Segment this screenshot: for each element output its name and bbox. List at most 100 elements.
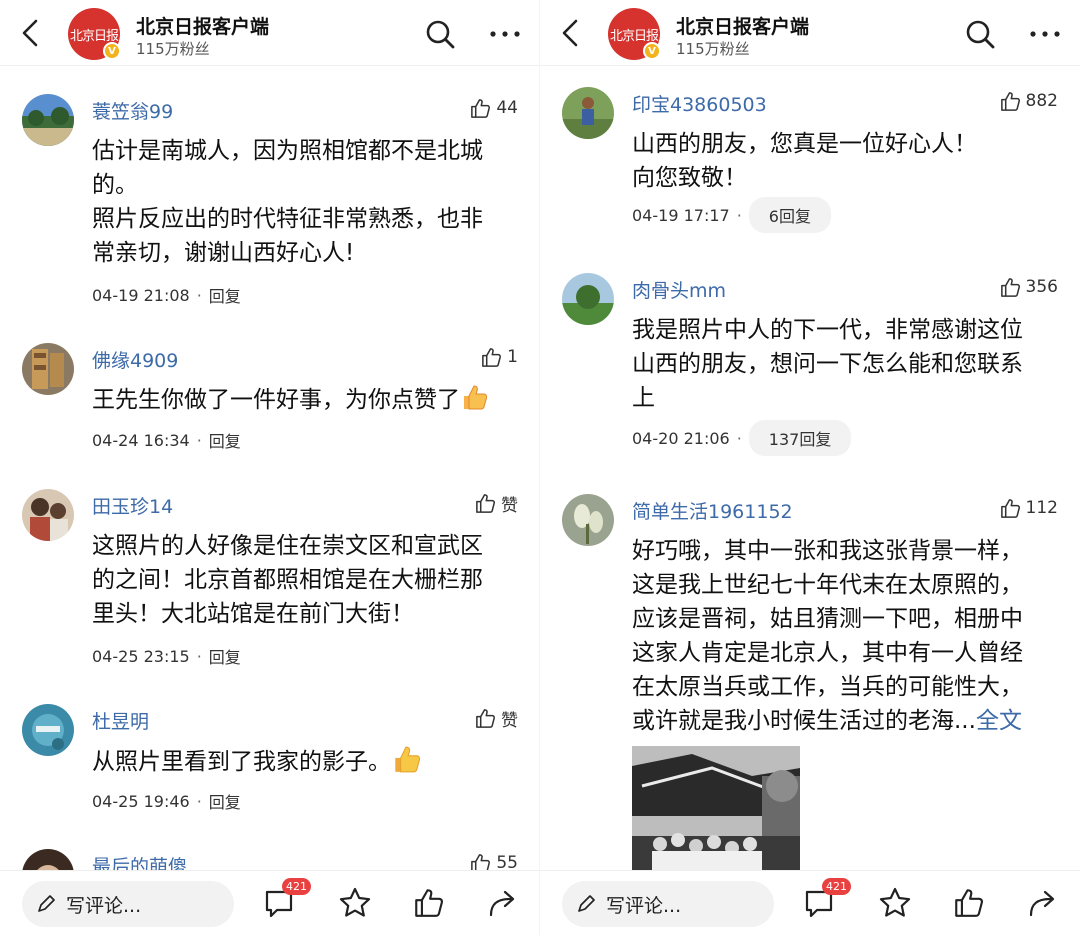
avatar[interactable] (22, 94, 74, 146)
comment-meta: 04-25 19:46 · 回复 (92, 789, 241, 813)
comment-text: 我是照片中人的下一代，非常感谢这位 山西的朋友，想问一下怎么能和您联系 上 (632, 317, 1023, 411)
comment-meta: 04-19 21:08 · 回复 (92, 283, 241, 307)
logo-text: 北京日报 (609, 28, 659, 44)
thumb-up-icon (1000, 277, 1020, 297)
more-icon[interactable] (488, 20, 522, 48)
comment-username[interactable]: 肉骨头mm (632, 276, 726, 303)
like-button[interactable]: 882 (999, 88, 1058, 114)
comment-time: 04-19 17:17 (632, 205, 730, 225)
avatar[interactable] (22, 704, 74, 756)
comment-username[interactable]: 蓑笠翁99 (92, 97, 173, 124)
star-icon[interactable] (878, 886, 912, 920)
share-icon[interactable] (486, 886, 520, 920)
like-count: 112 (1025, 498, 1058, 518)
separator-dot: · (196, 285, 202, 305)
right-screen: 北京日报 V 北京日报客户端 115万粉丝 印宝43860503 882 山西的… (540, 0, 1080, 935)
write-comment-placeholder: 写评论... (606, 894, 682, 917)
search-icon[interactable] (964, 18, 996, 50)
comment-count-badge: 421 (282, 878, 311, 895)
search-icon[interactable] (424, 18, 456, 50)
read-full-link[interactable]: 全文 (976, 708, 1022, 734)
fans-count: 115万粉丝 (676, 40, 750, 58)
comment-username[interactable]: 田玉珍14 (92, 492, 173, 519)
share-icon[interactable] (1026, 886, 1060, 920)
comment-text-body: 从照片里看到了我家的影子。 (92, 749, 391, 775)
avatar[interactable] (22, 489, 74, 541)
like-button[interactable]: 1 (480, 344, 518, 370)
account-name[interactable]: 北京日报客户端 (136, 12, 269, 39)
write-comment-placeholder: 写评论... (66, 894, 142, 917)
like-count: 赞 (501, 495, 518, 516)
bottom-bar: 写评论... 421 (540, 870, 1080, 935)
like-button[interactable]: 赞 (474, 705, 518, 731)
pen-icon (578, 895, 595, 912)
reply-button[interactable]: 回复 (209, 428, 241, 452)
reply-count-button[interactable]: 137回复 (748, 420, 852, 456)
thumb-up-icon[interactable] (952, 886, 986, 920)
more-icon[interactable] (1028, 20, 1062, 48)
like-button[interactable]: 44 (469, 95, 518, 121)
account-name[interactable]: 北京日报客户端 (676, 12, 809, 39)
comment-text: 山西的朋友，您真是一位好心人！ 向您致敬！ (632, 131, 977, 191)
thumb-up-icon (471, 98, 491, 118)
comment-username[interactable]: 杜昱明 (92, 707, 149, 734)
thumb-up-icon (476, 708, 496, 728)
thumb-up-icon (1000, 498, 1020, 518)
comment-time: 04-25 19:46 (92, 791, 190, 811)
like-button[interactable]: 赞 (474, 490, 518, 516)
back-icon[interactable] (556, 18, 586, 48)
comment-photo[interactable] (632, 746, 800, 874)
like-button[interactable]: 112 (999, 495, 1058, 521)
thumbs-up-emoji-icon (395, 746, 421, 773)
reply-button[interactable]: 回复 (209, 644, 241, 668)
comment-username[interactable]: 印宝43860503 (632, 90, 767, 117)
comment-meta: 04-20 21:06 · 137回复 (632, 420, 852, 456)
comment-text: 这照片的人好像是住在崇文区和宣武区 的之间！北京首都照相馆是在大栅栏那 里头！大… (92, 533, 483, 627)
left-screen: 北京日报 V 北京日报客户端 115万粉丝 蓑笠翁99 44 估计是南城人，因为… (0, 0, 540, 935)
write-comment-input[interactable]: 写评论... (22, 881, 234, 927)
star-icon[interactable] (338, 886, 372, 920)
logo-text: 北京日报 (69, 28, 119, 44)
comment-time: 04-25 23:15 (92, 646, 190, 666)
thumbs-up-emoji-icon (464, 385, 488, 410)
bottom-bar: 写评论... 421 (0, 870, 540, 935)
avatar[interactable] (22, 343, 74, 395)
comment-text-body: 好巧哦，其中一张和我这张背景一样， 这是我上世纪七十年代末在太原照的， 应该是晋… (632, 538, 1023, 734)
reply-button[interactable]: 回复 (209, 283, 241, 307)
avatar[interactable] (562, 273, 614, 325)
avatar[interactable] (562, 494, 614, 546)
comment-username[interactable]: 简单生活1961152 (632, 497, 793, 524)
like-button[interactable]: 356 (999, 274, 1058, 300)
thumb-up-icon (482, 347, 502, 367)
back-icon[interactable] (16, 18, 46, 48)
like-count: 44 (496, 98, 518, 118)
comment-username[interactable]: 佛缘4909 (92, 346, 178, 373)
avatar[interactable] (562, 87, 614, 139)
comment-time: 04-20 21:06 (632, 428, 730, 448)
fans-count: 115万粉丝 (136, 40, 210, 58)
separator-dot: · (736, 428, 742, 448)
verified-badge: V (643, 42, 661, 60)
comment-meta: 04-25 23:15 · 回复 (92, 644, 241, 668)
comment-text: 好巧哦，其中一张和我这张背景一样， 这是我上世纪七十年代末在太原照的， 应该是晋… (632, 534, 1062, 738)
comment-count-badge: 421 (822, 878, 851, 895)
like-count: 赞 (501, 710, 518, 731)
reply-button[interactable]: 回复 (209, 789, 241, 813)
pen-icon (38, 895, 55, 912)
separator-dot: · (196, 430, 202, 450)
thumb-up-icon (476, 493, 496, 513)
comment-text-body: 王先生你做了一件好事，为你点赞了 (92, 387, 460, 413)
write-comment-input[interactable]: 写评论... (562, 881, 774, 927)
top-bar: 北京日报 V 北京日报客户端 115万粉丝 (0, 0, 540, 66)
like-count: 1 (507, 347, 518, 367)
top-bar: 北京日报 V 北京日报客户端 115万粉丝 (540, 0, 1080, 66)
separator-dot: · (196, 646, 202, 666)
comment-time: 04-24 16:34 (92, 430, 190, 450)
thumb-up-icon[interactable] (412, 886, 446, 920)
reply-count-button[interactable]: 6回复 (748, 197, 831, 233)
comment-meta: 04-19 17:17 · 6回复 (632, 197, 831, 233)
like-count: 882 (1025, 91, 1058, 111)
separator-dot: · (736, 205, 742, 225)
thumb-up-icon (1000, 91, 1020, 111)
comment-text: 估计是南城人，因为照相馆都不是北城 的。 照片反应出的时代特征非常熟悉，也非 常… (92, 138, 483, 266)
